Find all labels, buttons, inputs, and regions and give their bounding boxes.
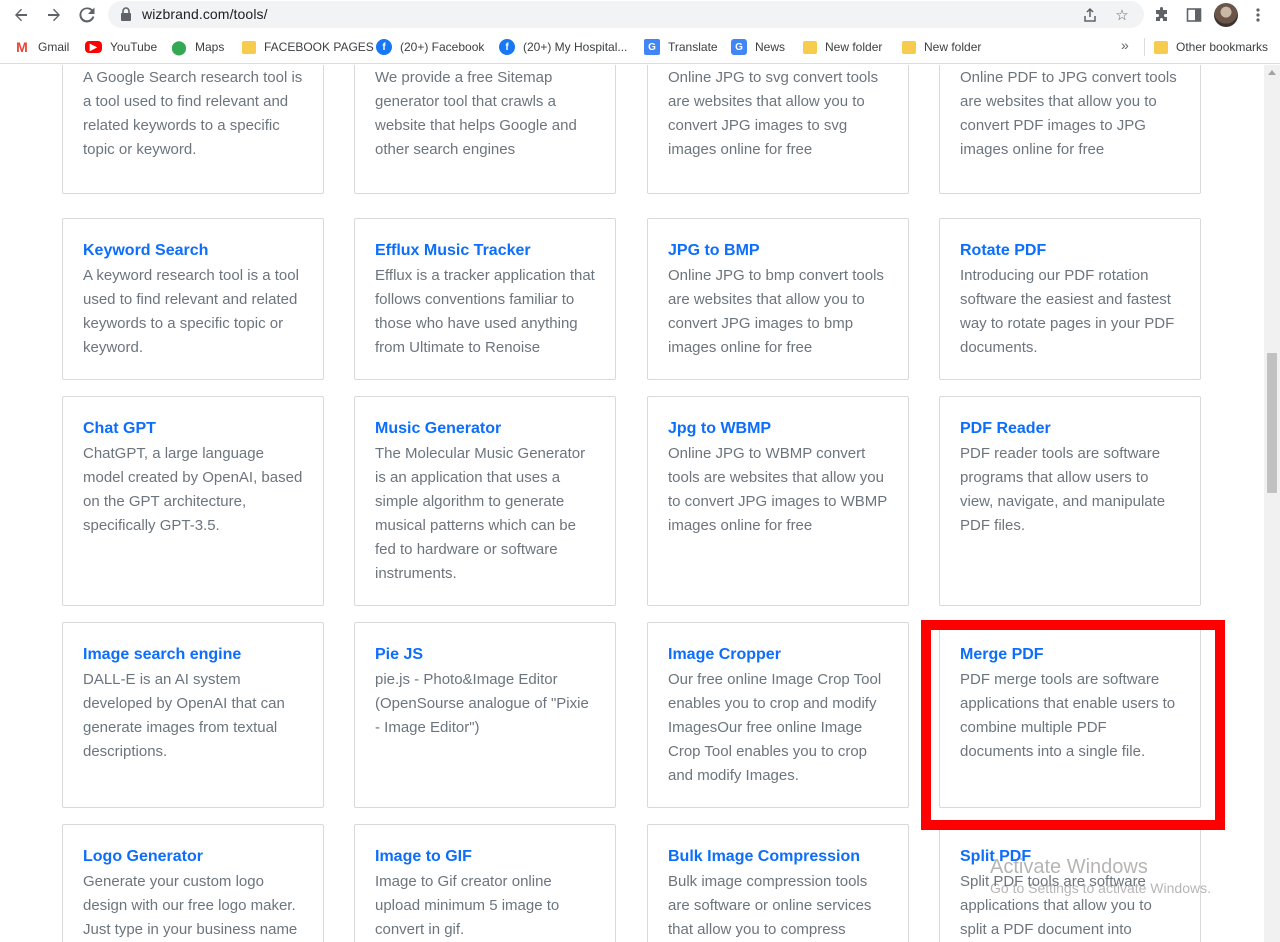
tool-card[interactable]: Image Cropper Our free online Image Crop … xyxy=(647,622,909,808)
bookmark-gmail[interactable]: M Gmail xyxy=(14,38,69,56)
tool-card[interactable]: Music Generator The Molecular Music Gener… xyxy=(354,396,616,606)
tool-description: We provide a free Sitemap generator tool… xyxy=(375,69,577,158)
forward-arrow-icon[interactable] xyxy=(42,3,66,27)
tool-card[interactable]: PDF to JPGOnline PDF to JPG convert tool… xyxy=(939,65,1201,194)
tool-title-link[interactable]: Image search engine xyxy=(83,645,303,665)
tool-title-link[interactable]: Keyword Search xyxy=(83,241,303,261)
tool-title-link[interactable]: Split PDF xyxy=(960,847,1180,867)
bookmark-new-folder-2[interactable]: New folder xyxy=(902,38,981,56)
reload-icon[interactable] xyxy=(75,3,99,27)
tool-description: Online PDF to JPG convert tools are webs… xyxy=(960,69,1177,158)
tool-title-link[interactable]: Pie JS xyxy=(375,645,595,665)
address-bar[interactable]: wizbrand.com/tools/ ☆ xyxy=(108,1,1144,28)
tool-card[interactable]: PDF Reader PDF reader tools are software … xyxy=(939,396,1201,606)
news-icon: G xyxy=(731,39,747,55)
tool-card[interactable]: Split PDF Split PDF tools are software ap… xyxy=(939,824,1201,942)
tool-description: A keyword research tool is a tool used t… xyxy=(83,267,299,356)
folder-icon xyxy=(803,40,817,54)
tool-description: A Google Search research tool is a tool … xyxy=(83,69,303,158)
menu-kebab-icon[interactable] xyxy=(1247,4,1269,26)
tool-description: Online JPG to bmp convert tools are webs… xyxy=(668,267,884,356)
tool-card[interactable]: Bulk Image Compression Bulk image compres… xyxy=(647,824,909,942)
browser-toolbar: wizbrand.com/tools/ ☆ xyxy=(0,0,1280,30)
tool-description: Introducing our PDF rotation software th… xyxy=(960,267,1175,356)
tool-title-link[interactable]: Bulk Image Compression xyxy=(668,847,888,867)
tool-title-link[interactable]: Chat GPT xyxy=(83,419,303,439)
bookmarks-divider xyxy=(1144,38,1145,56)
youtube-icon: ▶ xyxy=(85,41,102,53)
side-panel-icon[interactable] xyxy=(1183,4,1205,26)
share-icon[interactable] xyxy=(1080,5,1100,25)
bookmark-facebook-pages[interactable]: FACEBOOK PAGES xyxy=(242,38,374,56)
tool-description: Efflux is a tracker application that fol… xyxy=(375,267,595,356)
tool-description: pie.js - Photo&Image Editor (OpenSourse … xyxy=(375,671,589,736)
tool-card[interactable]: Image search engine DALL-E is an AI syste… xyxy=(62,622,324,808)
tool-card[interactable]: Efflux Music Tracker Efflux is a tracker … xyxy=(354,218,616,380)
translate-icon: G xyxy=(644,39,660,55)
bookmarks-bar: M Gmail ▶ YouTube ⬤ Maps FACEBOOK PAGES … xyxy=(0,30,1280,64)
tool-description: Our free online Image Crop Tool enables … xyxy=(668,671,882,784)
tool-description: Online JPG to WBMP convert tools are web… xyxy=(668,445,887,534)
url-text: wizbrand.com/tools/ xyxy=(142,6,268,22)
tool-description: PDF reader tools are software programs t… xyxy=(960,445,1166,534)
tool-title-link[interactable]: Music Generator xyxy=(375,419,595,439)
page-scrollbar[interactable] xyxy=(1264,65,1280,942)
page-viewport: Google SearchA Google Search research to… xyxy=(0,65,1280,942)
profile-avatar[interactable] xyxy=(1214,3,1238,27)
tool-card[interactable]: Pie JS pie.js - Photo&Image Editor (OpenS… xyxy=(354,622,616,808)
lock-icon xyxy=(120,7,134,22)
folder-icon xyxy=(1154,40,1168,54)
bookmark-facebook[interactable]: f (20+) Facebook xyxy=(376,38,484,56)
facebook-icon: f xyxy=(499,39,515,55)
folder-icon xyxy=(902,40,916,54)
bookmark-new-folder-1[interactable]: New folder xyxy=(803,38,882,56)
tool-description: PDF merge tools are software application… xyxy=(960,671,1176,760)
tool-description: Split PDF tools are software application… xyxy=(960,873,1152,938)
folder-icon xyxy=(242,40,256,54)
extensions-icon[interactable] xyxy=(1151,4,1173,26)
bookmark-news[interactable]: G News xyxy=(731,38,785,56)
tool-title-link[interactable]: Image Cropper xyxy=(668,645,888,665)
tool-card[interactable]: Merge PDF PDF merge tools are software ap… xyxy=(939,622,1201,808)
tool-description: Bulk image compression tools are softwar… xyxy=(668,873,872,938)
tool-card[interactable]: Jpg to svgOnline JPG to svg convert tool… xyxy=(647,65,909,194)
bookmark-translate[interactable]: G Translate xyxy=(644,38,718,56)
tool-card[interactable]: JPG to BMP Online JPG to bmp convert tool… xyxy=(647,218,909,380)
tool-title-link[interactable]: JPG to BMP xyxy=(668,241,888,261)
tool-title-link[interactable]: Merge PDF xyxy=(960,645,1180,665)
tool-title-link[interactable]: Logo Generator xyxy=(83,847,303,867)
tool-card[interactable]: Jpg to WBMP Online JPG to WBMP convert to… xyxy=(647,396,909,606)
tool-card[interactable]: Image to GIF Image to Gif creator online … xyxy=(354,824,616,942)
more-bookmarks-icon[interactable]: » xyxy=(1121,37,1129,53)
tool-description: Generate your custom logo design with ou… xyxy=(83,873,298,938)
tool-description: Image to Gif creator online upload minim… xyxy=(375,873,560,938)
tool-description: DALL-E is an AI system developed by Open… xyxy=(83,671,285,760)
other-bookmarks[interactable]: Other bookmarks xyxy=(1154,38,1268,56)
tool-description: The Molecular Music Generator is an appl… xyxy=(375,445,586,582)
bookmark-my-hospital[interactable]: f (20+) My Hospital... xyxy=(499,38,627,56)
bookmark-youtube[interactable]: ▶ YouTube xyxy=(85,38,157,56)
tool-card[interactable]: Chat GPT ChatGPT, a large language model … xyxy=(62,396,324,606)
tool-title-link[interactable]: PDF Reader xyxy=(960,419,1180,439)
tool-title-link[interactable]: Rotate PDF xyxy=(960,241,1180,261)
tool-card[interactable]: Site Map GeneratorWe provide a free Site… xyxy=(354,65,616,194)
scroll-up-arrow-icon[interactable] xyxy=(1268,70,1276,75)
facebook-icon: f xyxy=(376,39,392,55)
tool-card[interactable]: Google SearchA Google Search research to… xyxy=(62,65,324,194)
tool-card[interactable]: Keyword Search A keyword research tool is… xyxy=(62,218,324,380)
scrollbar-thumb[interactable] xyxy=(1267,353,1277,493)
tool-title-link[interactable]: Efflux Music Tracker xyxy=(375,241,595,261)
bookmark-star-icon[interactable]: ☆ xyxy=(1112,5,1132,25)
back-arrow-icon[interactable] xyxy=(9,3,33,27)
tool-card[interactable]: Logo Generator Generate your custom logo … xyxy=(62,824,324,942)
tool-description: Online JPG to svg convert tools are webs… xyxy=(668,69,879,158)
tool-card[interactable]: Rotate PDF Introducing our PDF rotation s… xyxy=(939,218,1201,380)
tool-title-link[interactable]: Jpg to WBMP xyxy=(668,419,888,439)
tool-description: ChatGPT, a large language model created … xyxy=(83,445,303,534)
bookmark-maps[interactable]: ⬤ Maps xyxy=(171,38,224,56)
gmail-icon: M xyxy=(16,39,28,55)
tool-title-link[interactable]: Image to GIF xyxy=(375,847,595,867)
maps-icon: ⬤ xyxy=(171,38,187,55)
